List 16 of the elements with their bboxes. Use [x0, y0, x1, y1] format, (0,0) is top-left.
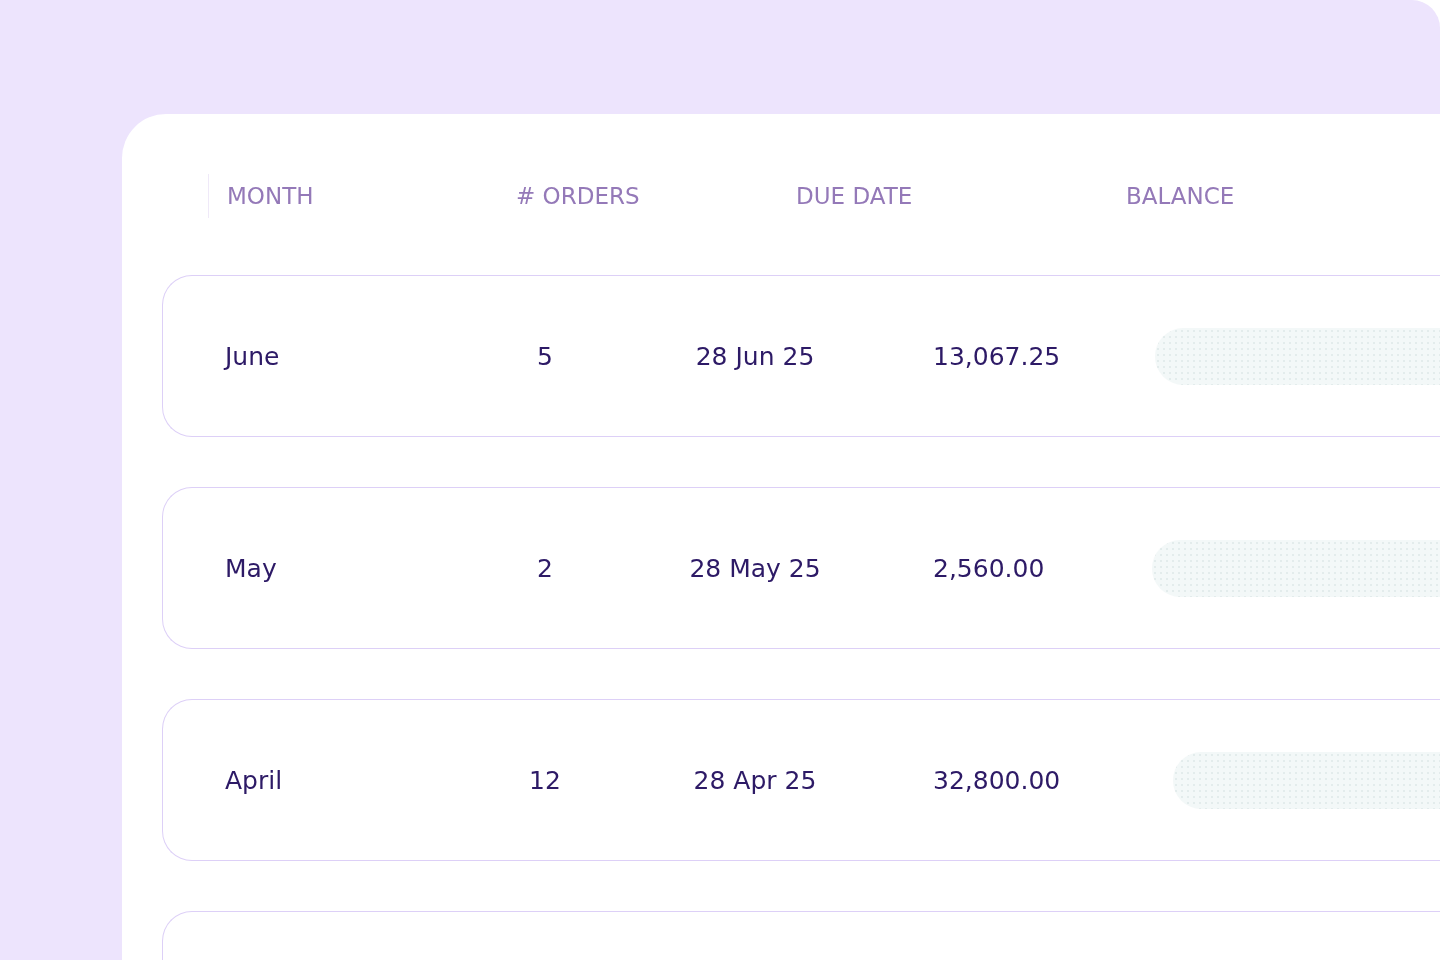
- column-header: BALANCE: [1126, 183, 1236, 209]
- table-cell-text: 28 Apr 25: [692, 765, 818, 795]
- table-cell-text: 28 Jun 25: [694, 341, 816, 371]
- table-cell-text: 2: [536, 553, 554, 583]
- column-header: DUE DATE: [796, 183, 914, 209]
- table-cell-text: 13,067.25: [933, 341, 1062, 371]
- table-cell-text: May: [225, 553, 278, 583]
- column-header: # ORDERS: [516, 183, 641, 209]
- table-cell-text: 32,800.00: [933, 765, 1062, 795]
- table-cell-text: 5: [536, 341, 554, 371]
- table-cell-text: April: [225, 765, 284, 795]
- table-cell-text: 12: [528, 765, 562, 795]
- table-cell-text: 28 May 25: [688, 553, 822, 583]
- table-cell-text: 2,560.00: [933, 553, 1046, 583]
- column-header: MONTH: [227, 183, 315, 209]
- table-cell-text: June: [225, 341, 281, 371]
